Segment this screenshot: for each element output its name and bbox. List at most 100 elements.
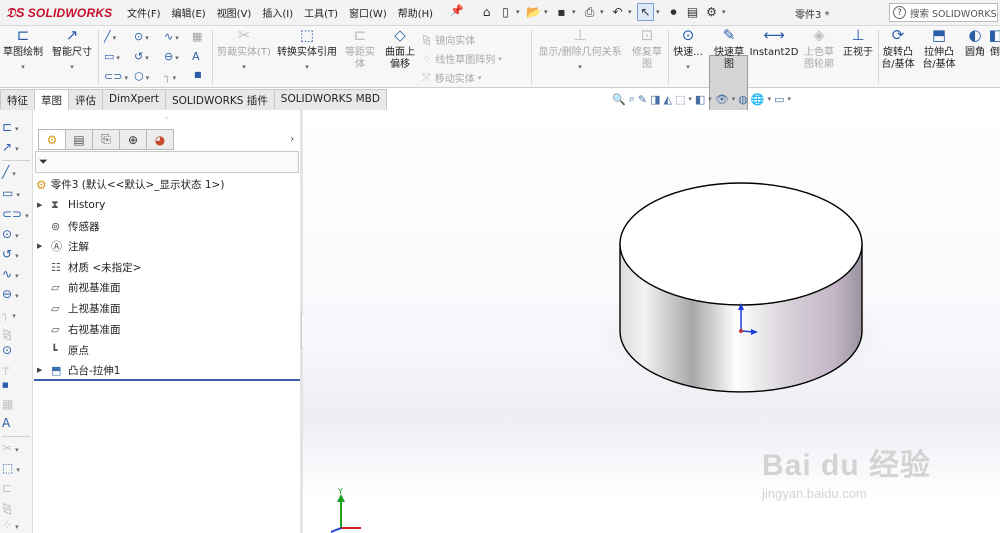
tab-solidworks-mbd[interactable]: SOLIDWORKS MBD bbox=[273, 89, 387, 110]
convert-entities-button[interactable]: ⬚ 转换实体引用 ▾ bbox=[276, 28, 338, 73]
property-manager-tab-icon[interactable]: ▤ bbox=[65, 129, 93, 150]
strip-offset-icon[interactable]: ⊏ bbox=[2, 481, 32, 495]
revolved-boss-button[interactable]: ⟳ 旋转凸台/基体 bbox=[880, 28, 916, 71]
new-dropdown-icon[interactable]: ▾ bbox=[516, 8, 523, 16]
previous-view-icon[interactable]: ✎ bbox=[638, 93, 647, 106]
menu-window[interactable]: 窗口(W) bbox=[349, 5, 387, 20]
strip-convert-tool[interactable]: ⬚ ▾ bbox=[2, 461, 32, 475]
display-delete-relations-button[interactable]: ⊥ 显示/删除几何关系 ▾ bbox=[535, 28, 625, 73]
strip-pattern-tool[interactable]: ⁘ ▾ bbox=[2, 518, 32, 532]
strip-sketch-dropdown-icon[interactable]: ▾ bbox=[15, 125, 19, 133]
strip-spline-dropdown-icon[interactable]: ▾ bbox=[15, 272, 19, 280]
strip-smart-dim-dropdown-icon[interactable]: ▾ bbox=[15, 145, 19, 153]
view-orientation-dropdown-icon[interactable]: ▾ bbox=[688, 95, 692, 103]
surface-offset-button[interactable]: ◇ 曲面上偏移 bbox=[382, 28, 418, 71]
pin-icon[interactable]: 📌 bbox=[450, 4, 464, 17]
options-dropdown-icon[interactable]: ▾ bbox=[722, 8, 729, 16]
strip-fillet-tool[interactable]: ╮ ▾ bbox=[2, 307, 32, 321]
arc-tool[interactable]: ↺ ▾ bbox=[134, 50, 149, 63]
tree-item-top-plane[interactable]: ▱ 上视基准面 bbox=[37, 299, 121, 317]
display-manager-tab-icon[interactable]: ◕ bbox=[146, 129, 174, 150]
strip-quick-snaps-icon[interactable]: ⊙ bbox=[2, 343, 32, 357]
slot-dropdown-icon[interactable]: ▾ bbox=[124, 74, 128, 82]
dynamic-annotation-icon[interactable]: ◭ bbox=[664, 93, 672, 106]
offset-entities-button[interactable]: ⊏ 等距实体 bbox=[342, 28, 378, 71]
view-orientation-icon[interactable]: ⬚ bbox=[675, 93, 685, 106]
configuration-manager-tab-icon[interactable]: ⎘ bbox=[92, 129, 120, 150]
menu-edit[interactable]: 编辑(E) bbox=[172, 5, 206, 20]
select-cursor-icon[interactable]: ↖ bbox=[637, 3, 654, 21]
tree-filter-field[interactable]: ⏷ bbox=[35, 151, 299, 173]
sketch-dropdown-icon[interactable]: ▾ bbox=[21, 61, 25, 73]
rebuild-icon[interactable]: ⏺ bbox=[665, 3, 682, 21]
tree-item-history[interactable]: ▶ ⧗ History bbox=[37, 196, 105, 214]
tabs-scroll-right-icon[interactable]: › bbox=[290, 132, 294, 145]
strip-text-icon[interactable]: A bbox=[2, 416, 32, 430]
ellipse-tool[interactable]: ⊖ ▾ bbox=[164, 50, 179, 63]
save-dropdown-icon[interactable]: ▾ bbox=[572, 8, 579, 16]
search-box[interactable]: ? 搜索 SOLIDWORKS bbox=[889, 3, 998, 22]
expand-arrow-icon[interactable]: ▶ bbox=[37, 242, 51, 250]
strip-circle-dropdown-icon[interactable]: ▾ bbox=[15, 232, 19, 240]
tab-solidworks-addins[interactable]: SOLIDWORKS 插件 bbox=[164, 89, 275, 110]
trim-entities-button[interactable]: ✂ 剪裁实体(T) ▾ bbox=[216, 28, 272, 73]
feature-tree-tab-icon[interactable]: ⚙ bbox=[38, 129, 66, 150]
file-properties-icon[interactable]: ▤ bbox=[684, 3, 701, 21]
menu-insert[interactable]: 插入(I) bbox=[262, 5, 293, 20]
spline-tool[interactable]: ∿ ▾ bbox=[164, 30, 179, 43]
undo-icon[interactable]: ↶ bbox=[609, 3, 626, 21]
expand-arrow-icon[interactable]: ▶ bbox=[37, 366, 51, 374]
point-tool-icon[interactable]: ■ bbox=[194, 70, 202, 79]
quick-snaps-button[interactable]: ⊙ 快速... ▾ bbox=[672, 28, 704, 73]
strip-spline-tool[interactable]: ∿ ▾ bbox=[2, 267, 32, 281]
smart-dimension-dropdown-icon[interactable]: ▾ bbox=[70, 61, 74, 73]
surface-tool-icon[interactable]: ▦ bbox=[192, 30, 202, 43]
strip-sketch-tool[interactable]: ⊏ ▾ bbox=[2, 120, 32, 134]
tree-root-part[interactable]: ⚙ 零件3 (默认<<默认>_显示状态 1>) bbox=[36, 177, 224, 192]
tab-features[interactable]: 特征 bbox=[0, 89, 35, 110]
normal-to-button[interactable]: ⊥ 正视于 bbox=[841, 28, 875, 59]
slot-tool[interactable]: ⊂⊃ ▾ bbox=[104, 70, 128, 83]
tree-item-material[interactable]: ☷ 材质 <未指定> bbox=[37, 258, 141, 276]
zoom-to-fit-icon[interactable]: 🔍 bbox=[612, 93, 626, 106]
print-dropdown-icon[interactable]: ▾ bbox=[600, 8, 607, 16]
rectangle-dropdown-icon[interactable]: ▾ bbox=[116, 54, 120, 62]
ellipse-dropdown-icon[interactable]: ▾ bbox=[175, 54, 179, 62]
view-settings-icon[interactable]: ▭ bbox=[774, 93, 784, 106]
dimxpert-manager-tab-icon[interactable]: ⊕ bbox=[119, 129, 147, 150]
circle-tool[interactable]: ⊙ ▾ bbox=[134, 30, 149, 43]
move-dropdown-icon[interactable]: ▾ bbox=[478, 74, 482, 82]
zoom-to-area-icon[interactable]: ⌕ bbox=[629, 92, 635, 106]
edit-appearance-icon[interactable]: ◍ bbox=[738, 93, 748, 106]
hide-show-dropdown-icon[interactable]: ▾ bbox=[732, 95, 736, 103]
rapid-sketch-button[interactable]: ✎ 快速草图 bbox=[710, 28, 748, 71]
smart-dimension-button[interactable]: ↗ 智能尺寸 ▾ bbox=[52, 28, 92, 73]
apply-scene-dropdown-icon[interactable]: ▾ bbox=[768, 95, 772, 103]
strip-arc-tool[interactable]: ↺ ▾ bbox=[2, 247, 32, 261]
solidworks-logo[interactable]: 𝔇S SOLIDWORKS bbox=[6, 4, 112, 22]
fillet-button[interactable]: ◐ 圆角 bbox=[962, 28, 988, 59]
fillet-sketch-dropdown-icon[interactable]: ▾ bbox=[173, 74, 177, 82]
strip-trim-dropdown-icon[interactable]: ▾ bbox=[15, 446, 19, 454]
strip-arc-dropdown-icon[interactable]: ▾ bbox=[15, 252, 19, 260]
linear-pattern-dropdown-icon[interactable]: ▾ bbox=[498, 55, 502, 63]
strip-ellipse-dropdown-icon[interactable]: ▾ bbox=[15, 292, 19, 300]
strip-line-dropdown-icon[interactable]: ▾ bbox=[12, 170, 16, 178]
tab-evaluate[interactable]: 评估 bbox=[68, 89, 103, 110]
strip-line-tool[interactable]: ╱ ▾ bbox=[2, 165, 32, 179]
rectangle-tool[interactable]: ▭ ▾ bbox=[104, 50, 120, 63]
menu-view[interactable]: 视图(V) bbox=[217, 5, 252, 20]
expand-arrow-icon[interactable]: ▶ bbox=[37, 201, 51, 209]
shaded-sketch-contours-button[interactable]: ◈ 上色草图轮廓 bbox=[801, 28, 837, 71]
menu-tools[interactable]: 工具(T) bbox=[304, 5, 338, 20]
instant2d-button[interactable]: ⟷ Instant2D bbox=[750, 28, 799, 59]
section-view-icon[interactable]: ◨ bbox=[650, 93, 660, 106]
tree-item-sensors[interactable]: ⊚ 传感器 bbox=[37, 217, 100, 235]
select-dropdown-icon[interactable]: ▾ bbox=[656, 8, 663, 16]
chamfer-button[interactable]: ◧ 倒 bbox=[990, 29, 1000, 59]
display-delete-dropdown-icon[interactable]: ▾ bbox=[578, 61, 582, 73]
strip-plane-icon[interactable]: ▦ bbox=[2, 397, 32, 411]
strip-rectangle-tool[interactable]: ▭ ▾ bbox=[2, 186, 32, 200]
tree-item-front-plane[interactable]: ▱ 前视基准面 bbox=[37, 278, 121, 296]
strip-circle-tool[interactable]: ⊙ ▾ bbox=[2, 227, 32, 241]
